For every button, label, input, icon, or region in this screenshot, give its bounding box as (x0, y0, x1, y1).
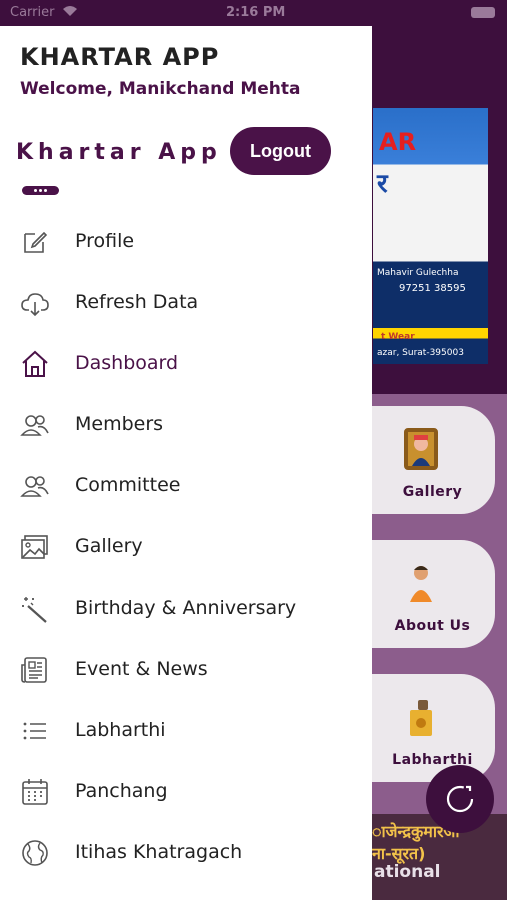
bottom-banner-line2: ना-सूरत) (372, 844, 426, 863)
dashboard-tiles: Gallery About Us Labharthi (370, 394, 507, 814)
users-icon (20, 410, 50, 440)
menu-item-labharthi[interactable]: Labharthi (0, 700, 372, 761)
logout-button[interactable]: Logout (230, 127, 331, 175)
image-icon (20, 532, 50, 562)
menu-item-dashboard[interactable]: Dashboard (0, 333, 372, 394)
welcome-message: Welcome, Manikchand Mehta (20, 79, 301, 99)
dashboard-divider (370, 364, 507, 394)
menu-item-label: Panchang (75, 779, 168, 802)
banner-subtitle: र (377, 169, 388, 199)
users-icon (20, 471, 50, 501)
menu-item-label: Event & News (75, 657, 208, 680)
menu-item-label: Birthday & Anniversary (75, 596, 297, 619)
menu-item-label: Itihas Khatragach (75, 840, 243, 863)
home-icon (20, 349, 50, 379)
navigation-drawer: KHARTAR APP Welcome, Manikchand Mehta Kh… (0, 26, 372, 900)
tile-gallery[interactable]: Gallery (370, 406, 495, 514)
more-dots-indicator (22, 186, 59, 195)
menu-item-refresh-data[interactable]: Refresh Data (0, 272, 372, 333)
menu-item-event-news[interactable]: Event & News (0, 639, 372, 700)
tile-about-us-label: About Us (394, 618, 471, 634)
banner-title: AR (379, 128, 417, 156)
menu-item-itihas-khatragach[interactable]: Itihas Khatragach (0, 822, 372, 883)
menu-item-label: Profile (75, 230, 135, 252)
list-icon (20, 716, 50, 746)
banner-wear: t Wear (381, 332, 415, 342)
person-icon (404, 562, 438, 604)
sponsor-banner[interactable]: AR र Mahavir Gulechha 97251 38595 t Wear… (373, 108, 488, 364)
bottom-banner-line3: ational (374, 862, 441, 882)
refresh-icon (446, 785, 474, 813)
menu-item-label: Refresh Data (75, 291, 199, 314)
tile-gallery-label: Gallery (402, 484, 463, 500)
donation-box-icon (404, 696, 438, 738)
menu-item-label: Gallery (75, 535, 143, 558)
refresh-fab-button[interactable] (426, 765, 494, 833)
menu-item-birthday-anniversary[interactable]: Birthday & Anniversary (0, 578, 372, 639)
battery-icon (471, 7, 495, 18)
menu-item-panchang[interactable]: Panchang (0, 761, 372, 822)
status-time: 2:16 PM (226, 5, 286, 20)
brand-title: Khartar App (16, 140, 222, 165)
tile-about-us[interactable]: About Us (370, 540, 495, 648)
magic-wand-icon (20, 594, 50, 624)
globe-icon (20, 838, 50, 868)
drawer-menu: Profile Refresh Data Dashboard Members C… (0, 211, 372, 883)
calendar-icon (20, 777, 50, 807)
menu-item-label: Dashboard (75, 352, 179, 375)
menu-item-gallery[interactable]: Gallery (0, 516, 372, 577)
dashboard-header (370, 26, 507, 90)
cloud-download-icon (20, 288, 50, 318)
banner-owner: Mahavir Gulechha (377, 268, 459, 278)
menu-item-profile[interactable]: Profile (0, 211, 372, 272)
newspaper-icon (20, 655, 50, 685)
edit-icon (20, 227, 50, 257)
menu-item-label: Labharthi (75, 718, 166, 741)
wifi-icon (62, 5, 78, 17)
banner-phone: 97251 38595 (399, 283, 466, 294)
menu-item-committee[interactable]: Committee (0, 455, 372, 516)
menu-item-label: Members (75, 413, 164, 436)
status-bar: Carrier 2:16 PM (0, 0, 507, 26)
drawer-app-name: KHARTAR APP (20, 43, 220, 71)
menu-item-members[interactable]: Members (0, 394, 372, 455)
carrier-label: Carrier (10, 5, 55, 20)
menu-item-label: Committee (75, 474, 181, 497)
banner-address: azar, Surat-395003 (377, 348, 464, 358)
portrait-frame-icon (404, 428, 438, 470)
